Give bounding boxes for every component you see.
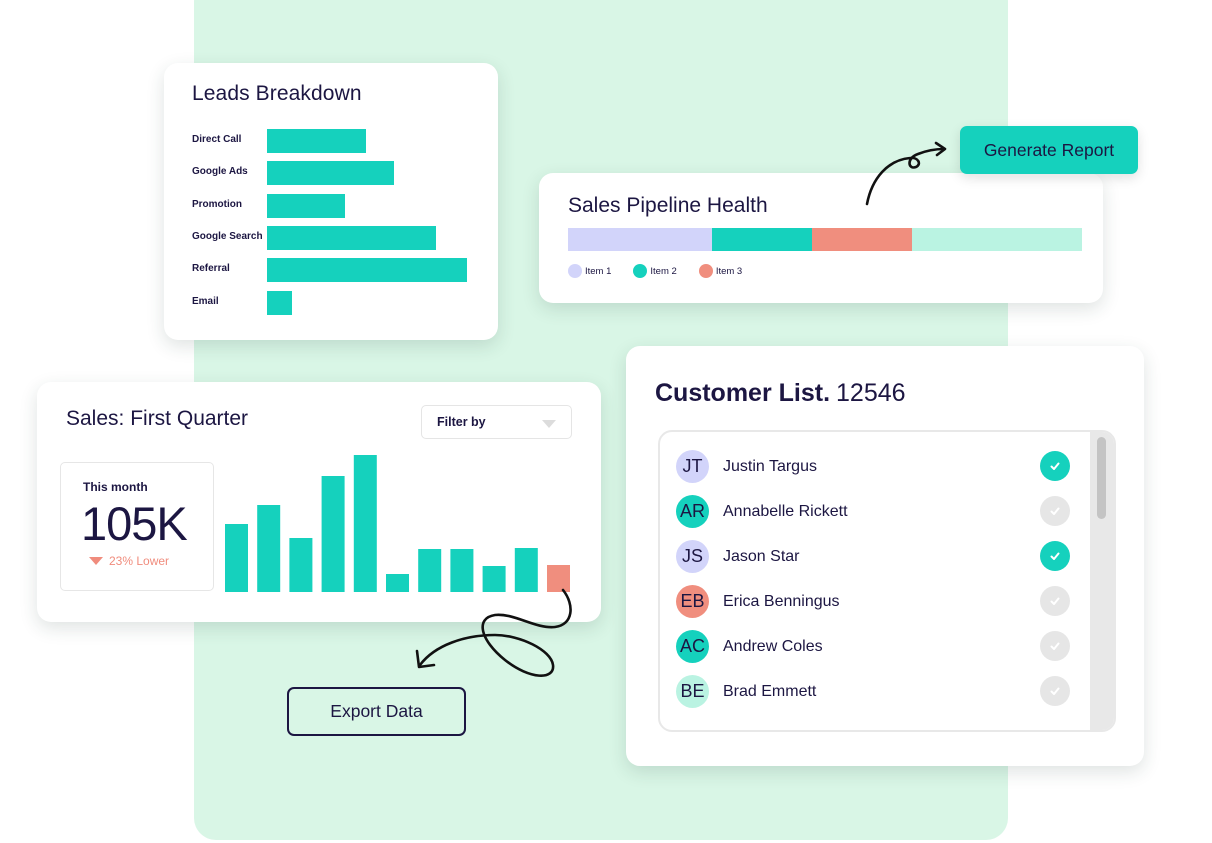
leads-row: Google Search xyxy=(164,225,498,250)
customer-name: Erica Benningus xyxy=(723,593,840,610)
sales-bar xyxy=(225,524,248,592)
legend-label: Item 3 xyxy=(715,265,743,277)
customer-row[interactable]: AR Annabelle Rickett xyxy=(676,495,1076,529)
generate-report-button[interactable]: Generate Report xyxy=(960,126,1138,174)
leads-row: Referral xyxy=(164,258,498,283)
legend-label: Item 2 xyxy=(650,265,677,277)
leads-row: Google Ads xyxy=(164,161,498,186)
leads-bar-label: Google Ads xyxy=(192,166,248,178)
customer-list-heading: Customer List. xyxy=(655,379,831,407)
avatar: EB xyxy=(676,585,709,618)
filter-by-label: Filter by xyxy=(437,415,486,429)
customer-name: Jason Star xyxy=(723,548,800,565)
avatar: BE xyxy=(676,675,709,708)
sales-bar xyxy=(289,538,313,592)
sales-title: Sales: First Quarter xyxy=(66,407,249,430)
customer-name: Justin Targus xyxy=(723,458,817,475)
this-month-stat: This month 105K 23% Lower xyxy=(60,462,214,591)
leads-breakdown-card: Leads Breakdown Direct Call Google Ads Pro… xyxy=(164,63,498,340)
check-toggle[interactable] xyxy=(1040,631,1070,661)
pipeline-segment xyxy=(711,228,813,251)
leads-row: Email xyxy=(164,290,498,315)
this-month-label: This month xyxy=(83,480,148,494)
legend-dot-icon xyxy=(633,264,648,278)
customer-count: 12546 xyxy=(836,379,906,407)
sales-pipeline-title: Sales Pipeline Health xyxy=(568,194,768,217)
chevron-down-icon xyxy=(542,420,556,428)
customer-row[interactable]: AC Andrew Coles xyxy=(676,630,1076,664)
legend-dot-icon xyxy=(698,264,713,278)
leads-bar-label: Google Search xyxy=(192,230,263,242)
legend-item: Item 2 xyxy=(633,264,677,278)
leads-bar xyxy=(267,193,345,218)
sales-bar xyxy=(321,476,345,592)
customer-row[interactable]: EB Erica Benningus xyxy=(676,585,1076,619)
leads-bar xyxy=(267,290,292,315)
this-month-change: 23% Lower xyxy=(89,554,169,568)
pipeline-segment xyxy=(912,228,1082,251)
legend-item: Item 1 xyxy=(568,264,611,278)
customer-list-title: Customer List. 12546 xyxy=(655,379,906,408)
sales-first-quarter-card: Sales: First Quarter Filter by This mont… xyxy=(37,382,601,622)
checkmark-icon xyxy=(1050,597,1060,605)
customer-name: Andrew Coles xyxy=(723,638,823,655)
leads-bar xyxy=(267,258,467,283)
filter-by-dropdown[interactable]: Filter by xyxy=(421,405,572,439)
check-toggle[interactable] xyxy=(1040,586,1070,616)
legend-label: Item 1 xyxy=(585,265,612,277)
pipeline-segment xyxy=(568,228,712,251)
avatar: JT xyxy=(676,450,709,483)
sales-bar xyxy=(450,549,474,592)
change-text: 23% Lower xyxy=(109,554,170,568)
check-toggle[interactable] xyxy=(1040,496,1070,526)
customer-row[interactable]: JS Jason Star xyxy=(676,540,1076,574)
customer-list-card: Customer List. 12546 JT Justin Targus AR Ann… xyxy=(626,346,1144,766)
scrollbar-thumb[interactable] xyxy=(1097,437,1106,519)
check-toggle[interactable] xyxy=(1040,541,1070,571)
sales-bar-chart xyxy=(225,455,570,592)
checkmark-icon xyxy=(1050,507,1060,515)
leads-bar xyxy=(267,161,394,186)
avatar: AC xyxy=(676,630,709,663)
checkmark-icon xyxy=(1050,552,1060,560)
customer-row[interactable]: BE Brad Emmett xyxy=(676,675,1076,709)
legend-dot-icon xyxy=(568,264,582,278)
down-arrow-icon xyxy=(89,557,103,565)
sales-bar xyxy=(257,505,281,592)
leads-bar xyxy=(267,129,366,153)
sales-bar xyxy=(386,574,409,592)
leads-row: Promotion xyxy=(164,193,498,218)
leads-breakdown-title: Leads Breakdown xyxy=(192,82,362,105)
customer-name: Brad Emmett xyxy=(723,683,817,700)
checkmark-icon xyxy=(1050,687,1060,695)
checkmark-icon xyxy=(1050,462,1060,470)
this-month-value: 105K xyxy=(81,497,188,550)
leads-bar-label: Referral xyxy=(192,263,230,275)
leads-row: Direct Call xyxy=(164,129,498,153)
sales-bar xyxy=(514,548,538,592)
check-toggle[interactable] xyxy=(1040,676,1070,706)
sales-bar xyxy=(353,455,377,592)
check-toggle[interactable] xyxy=(1040,451,1070,481)
avatar: AR xyxy=(676,495,709,528)
leads-bar-label: Promotion xyxy=(192,198,242,210)
export-data-button[interactable]: Export Data xyxy=(287,687,466,736)
customer-row[interactable]: JT Justin Targus xyxy=(676,450,1076,484)
pipeline-legend: Item 1 Item 2 Item 3 xyxy=(568,264,764,278)
sales-bar xyxy=(482,566,506,592)
sales-bar xyxy=(418,549,442,592)
leads-bar xyxy=(267,225,436,250)
customer-name: Annabelle Rickett xyxy=(723,503,848,520)
sales-pipeline-card: Sales Pipeline Health Item 1 Item 2 Item 3 xyxy=(539,173,1103,303)
customer-list: JT Justin Targus AR Annabelle Rickett JS Jaso… xyxy=(658,430,1116,732)
pipeline-segment xyxy=(812,228,913,251)
scrollbar-track[interactable] xyxy=(1090,432,1114,730)
leads-bar-label: Email xyxy=(192,295,219,307)
pipeline-stacked-bar xyxy=(568,228,1082,251)
checkmark-icon xyxy=(1050,642,1060,650)
leads-bar-label: Direct Call xyxy=(192,134,242,145)
sales-bar-highlighted xyxy=(547,565,570,592)
legend-item: Item 3 xyxy=(698,264,743,278)
avatar: JS xyxy=(676,540,709,573)
